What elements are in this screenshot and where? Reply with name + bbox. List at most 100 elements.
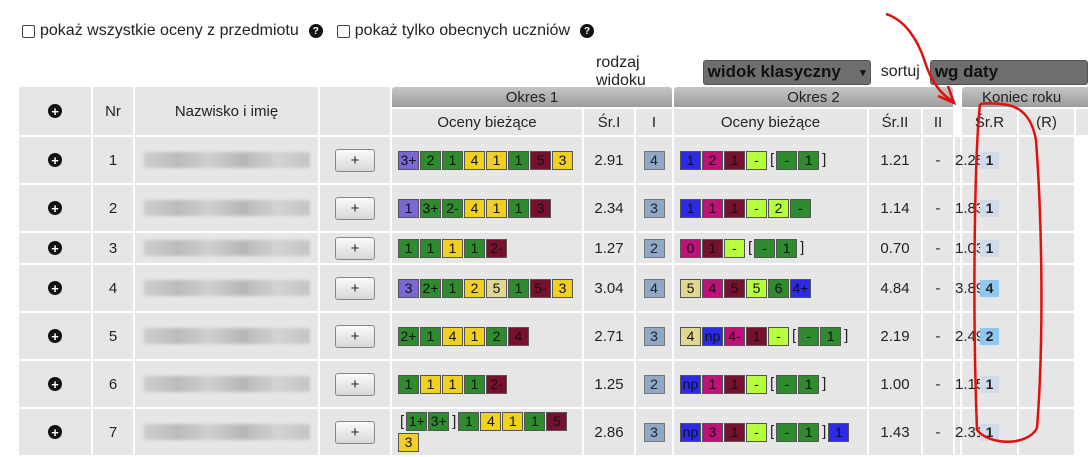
grade-chip[interactable]: 2: [464, 278, 485, 298]
grade-chip[interactable]: 1: [508, 198, 529, 218]
add-grade-button[interactable]: +: [335, 236, 375, 260]
grade-chip[interactable]: 5: [530, 150, 551, 170]
grade-chip[interactable]: 1: [508, 278, 529, 298]
grade-chip[interactable]: 1: [442, 278, 463, 298]
grade-chip[interactable]: -: [776, 422, 798, 442]
add-grade-button[interactable]: +: [335, 324, 375, 348]
grade-chip[interactable]: 1: [798, 374, 820, 394]
grade-chip[interactable]: 2: [768, 198, 789, 218]
grade-chip[interactable]: 1: [680, 150, 701, 170]
show-all-label[interactable]: pokaż wszystkie oceny z przedmiotu: [40, 22, 299, 40]
grade-chip[interactable]: 3+: [428, 412, 450, 431]
grade-chip[interactable]: -: [768, 326, 789, 346]
grade-chip[interactable]: 1: [464, 238, 485, 258]
expand-row-icon[interactable]: +: [48, 329, 62, 343]
grade-chip[interactable]: 2-: [486, 374, 507, 394]
show-present-label[interactable]: pokaż tylko obecnych uczniów: [355, 22, 570, 40]
expand-row-icon[interactable]: +: [48, 377, 62, 391]
show-all-checkbox[interactable]: [22, 24, 35, 38]
grade-chip[interactable]: 5: [746, 278, 767, 298]
grade-chip[interactable]: -: [746, 198, 767, 218]
add-grade-button[interactable]: +: [335, 372, 375, 396]
grade-chip[interactable]: -: [790, 198, 811, 218]
final-grade-year[interactable]: 4: [980, 279, 999, 297]
grade-chip[interactable]: 1: [442, 238, 463, 258]
grade-chip[interactable]: 4: [464, 150, 485, 170]
grade-chip[interactable]: 4: [702, 278, 723, 298]
expand-all-cell[interactable]: +: [19, 87, 91, 135]
grade-chip[interactable]: 1: [702, 238, 723, 258]
grade-chip[interactable]: -: [724, 238, 745, 258]
grade-chip[interactable]: 5-: [530, 278, 551, 298]
grade-chip[interactable]: -: [746, 422, 767, 442]
grade-chip[interactable]: 2-: [442, 198, 463, 218]
final-grade-year[interactable]: 2: [980, 327, 999, 345]
grade-chip[interactable]: 1: [420, 326, 441, 346]
grade-chip[interactable]: 4: [680, 326, 701, 346]
grade-chip[interactable]: 1: [828, 422, 850, 442]
grade-chip[interactable]: 4-: [724, 326, 745, 346]
grade-chip[interactable]: np: [702, 326, 723, 346]
expand-row-cell[interactable]: +: [19, 233, 91, 263]
final-grade-1[interactable]: 4: [643, 278, 665, 298]
expand-row-icon[interactable]: +: [48, 425, 62, 439]
expand-row-icon[interactable]: +: [48, 153, 62, 167]
grade-chip[interactable]: 1: [442, 374, 463, 394]
final-grade-year[interactable]: 1: [980, 151, 999, 169]
grade-chip[interactable]: 1: [508, 150, 529, 170]
grade-chip[interactable]: 3+: [398, 150, 419, 170]
grade-chip[interactable]: 1: [464, 326, 485, 346]
grade-chip[interactable]: -: [776, 374, 798, 394]
grade-chip[interactable]: 1: [398, 198, 419, 218]
final-grade-1[interactable]: 3: [643, 198, 665, 218]
grade-chip[interactable]: 3: [530, 198, 551, 218]
grade-chip[interactable]: 1: [442, 150, 463, 170]
grade-chip[interactable]: 4: [464, 198, 485, 218]
grade-chip[interactable]: 3: [398, 433, 419, 452]
grade-chip[interactable]: 1: [746, 326, 767, 346]
grade-chip[interactable]: 1: [724, 198, 745, 218]
grade-chip[interactable]: 2+: [420, 278, 441, 298]
expand-row-icon[interactable]: +: [48, 281, 62, 295]
help-icon-2[interactable]: ?: [580, 24, 595, 38]
expand-row-icon[interactable]: +: [48, 201, 62, 215]
expand-row-cell[interactable]: +: [19, 265, 91, 311]
grade-chip[interactable]: -: [798, 326, 820, 346]
view-select[interactable]: widok klasyczny ▾: [702, 59, 871, 85]
add-grade-button[interactable]: +: [335, 276, 375, 300]
grade-chip[interactable]: 1: [524, 412, 546, 431]
grade-chip[interactable]: 1: [798, 150, 820, 170]
grade-chip[interactable]: 1: [820, 326, 842, 346]
grade-chip[interactable]: -: [754, 238, 776, 258]
expand-row-cell[interactable]: +: [19, 361, 91, 407]
expand-all-icon[interactable]: +: [48, 104, 62, 118]
grade-chip[interactable]: 5: [724, 278, 745, 298]
grade-chip[interactable]: 5: [680, 278, 701, 298]
grade-chip[interactable]: 2: [420, 150, 441, 170]
grade-chip[interactable]: 2+: [398, 326, 419, 346]
grade-chip[interactable]: 4: [508, 326, 529, 346]
grade-chip[interactable]: 1: [486, 150, 507, 170]
grade-chip[interactable]: 1: [702, 198, 723, 218]
final-grade-1[interactable]: 2: [643, 374, 665, 394]
expand-row-cell[interactable]: +: [19, 185, 91, 231]
expand-row-cell[interactable]: +: [19, 409, 91, 455]
final-grade-year[interactable]: 1: [980, 239, 999, 257]
grade-chip[interactable]: 1: [502, 412, 524, 431]
grade-chip[interactable]: 1: [724, 422, 745, 442]
final-grade-1[interactable]: 3: [643, 326, 665, 346]
grade-chip[interactable]: 1: [464, 374, 485, 394]
final-grade-1[interactable]: 4: [643, 150, 665, 170]
final-grade-year[interactable]: 1: [980, 423, 999, 441]
grade-chip[interactable]: 6: [768, 278, 789, 298]
grade-chip[interactable]: 4: [442, 326, 463, 346]
add-grade-button[interactable]: +: [335, 420, 375, 444]
final-grade-1[interactable]: 2: [643, 238, 665, 258]
help-icon[interactable]: ?: [308, 24, 323, 38]
col-name[interactable]: Nazwisko i imię: [135, 87, 318, 135]
expand-row-cell[interactable]: +: [19, 137, 91, 183]
grade-chip[interactable]: -: [776, 150, 798, 170]
grade-chip[interactable]: 3: [398, 278, 419, 298]
show-present-checkbox[interactable]: [336, 24, 350, 38]
final-grade-year[interactable]: 1: [980, 375, 999, 393]
